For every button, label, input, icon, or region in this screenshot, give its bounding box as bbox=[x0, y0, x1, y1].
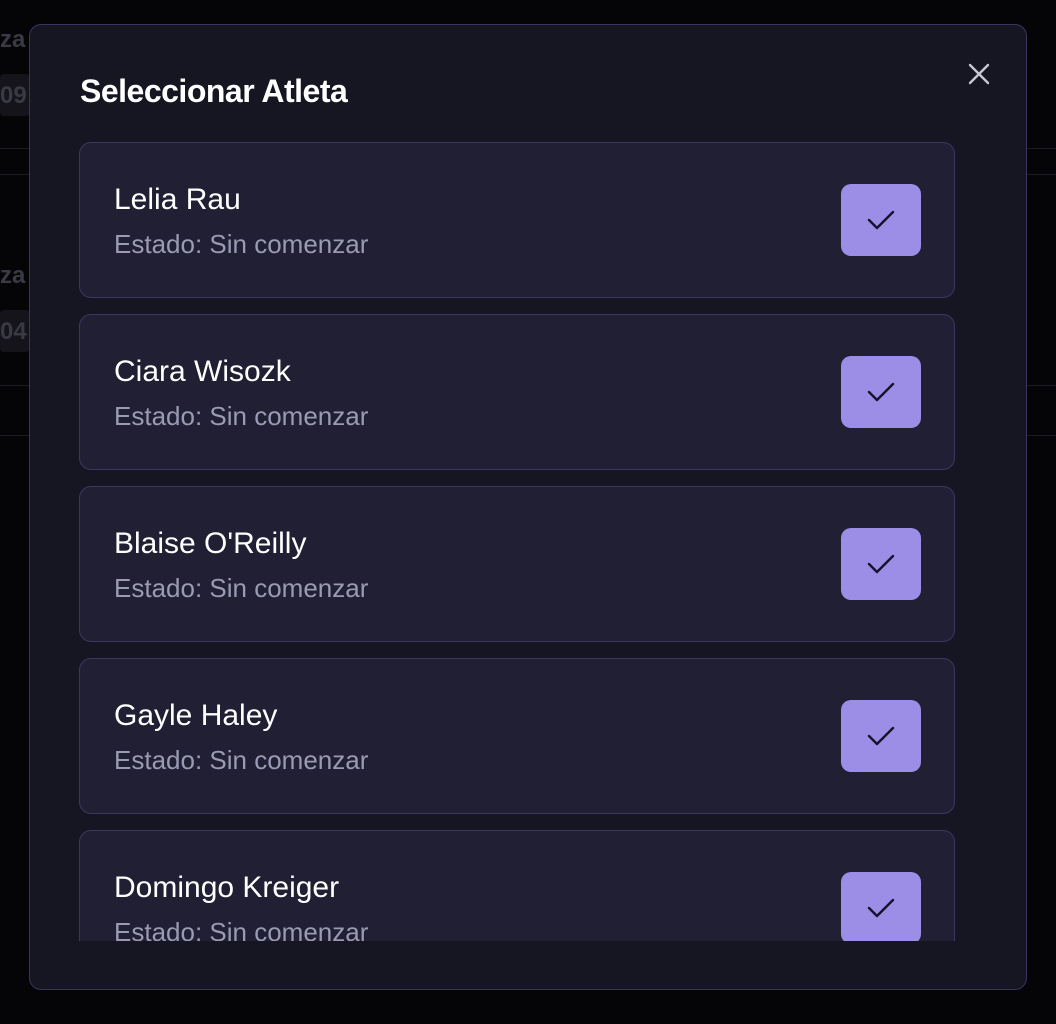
athlete-card[interactable]: Ciara Wisozk Estado: Sin comenzar bbox=[79, 314, 955, 470]
check-icon bbox=[867, 382, 895, 402]
athlete-status: Estado: Sin comenzar bbox=[114, 229, 369, 259]
select-athlete-button[interactable] bbox=[841, 700, 921, 772]
athlete-name: Lelia Rau bbox=[114, 183, 241, 216]
athlete-status: Estado: Sin comenzar bbox=[114, 573, 369, 603]
athlete-status: Estado: Sin comenzar bbox=[114, 917, 369, 941]
athlete-status: Estado: Sin comenzar bbox=[114, 745, 369, 775]
athlete-name: Domingo Kreiger bbox=[114, 871, 340, 904]
athlete-list[interactable]: Lelia Rau Estado: Sin comenzar Ciara Wis… bbox=[79, 142, 955, 941]
check-icon bbox=[867, 898, 895, 918]
select-athlete-button[interactable] bbox=[841, 184, 921, 256]
athlete-name: Ciara Wisozk bbox=[114, 355, 291, 388]
close-button[interactable] bbox=[964, 59, 994, 89]
check-icon bbox=[867, 210, 895, 230]
select-athlete-button[interactable] bbox=[841, 528, 921, 600]
check-icon bbox=[867, 554, 895, 574]
check-icon bbox=[867, 726, 895, 746]
athlete-name: Blaise O'Reilly bbox=[114, 527, 307, 560]
modal-title: Seleccionar Atleta bbox=[80, 73, 348, 109]
select-athlete-button[interactable] bbox=[841, 356, 921, 428]
athlete-card[interactable]: Domingo Kreiger Estado: Sin comenzar bbox=[79, 830, 955, 941]
athlete-card[interactable]: Lelia Rau Estado: Sin comenzar bbox=[79, 142, 955, 298]
background-text: 04 bbox=[0, 318, 27, 345]
athlete-status: Estado: Sin comenzar bbox=[114, 401, 369, 431]
select-athlete-modal: Seleccionar Atleta Lelia Rau Estado: Sin… bbox=[29, 24, 1027, 990]
close-icon bbox=[968, 63, 990, 85]
athlete-name: Gayle Haley bbox=[114, 699, 278, 732]
background-text: za bbox=[0, 26, 26, 53]
select-athlete-button[interactable] bbox=[841, 872, 921, 941]
background-text: 09 bbox=[0, 82, 27, 109]
athlete-card[interactable]: Blaise O'Reilly Estado: Sin comenzar bbox=[79, 486, 955, 642]
athlete-card[interactable]: Gayle Haley Estado: Sin comenzar bbox=[79, 658, 955, 814]
background-text: za bbox=[0, 262, 26, 289]
